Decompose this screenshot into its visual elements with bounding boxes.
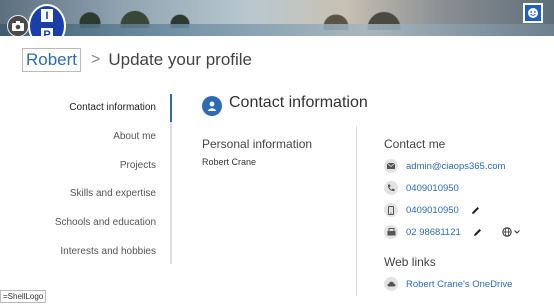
person-icon: [202, 96, 222, 116]
section-title: Contact information: [229, 94, 368, 111]
web-links-heading: Web links: [384, 255, 436, 269]
nav-interests-and-hobbies[interactable]: Interests and hobbies: [60, 246, 156, 257]
fax-link[interactable]: 02 98681121: [406, 227, 461, 238]
status-tooltip: =ShellLogo: [0, 290, 47, 303]
email-link[interactable]: admin@ciaops365.com: [406, 161, 505, 172]
mobile-icon: [384, 203, 398, 217]
chevron-right-icon: >: [91, 51, 101, 68]
active-indicator: [170, 94, 172, 122]
nav-about-me[interactable]: About me: [113, 131, 156, 142]
profile-banner: [0, 0, 554, 36]
phone-link[interactable]: 0409010950: [406, 183, 459, 194]
nav-contact-information[interactable]: Contact information: [69, 102, 156, 113]
column-divider: [356, 126, 357, 296]
contact-me-heading: Contact me: [384, 137, 446, 151]
nav-skills-and-expertise[interactable]: Skills and expertise: [70, 188, 156, 199]
contact-mobile-row: 0409010950: [384, 202, 480, 218]
contact-email-row: admin@ciaops365.com: [384, 158, 505, 174]
phone-icon: [384, 181, 398, 195]
web-link-row: Robert Crane's OneDrive: [384, 276, 512, 292]
logo-letter: I: [41, 9, 53, 22]
onedrive-link[interactable]: Robert Crane's OneDrive: [406, 279, 512, 290]
contact-phone-row: 0409010950: [384, 180, 459, 196]
personal-name: Robert Crane: [202, 157, 257, 167]
contact-fax-row: 02 98681121: [384, 224, 520, 240]
mobile-link[interactable]: 0409010950: [406, 205, 459, 216]
edit-pencil-icon[interactable]: [471, 206, 480, 215]
page-title: Update your profile: [108, 50, 253, 69]
breadcrumb: Robert > Update your profile: [22, 48, 252, 72]
globe-visibility-icon[interactable]: [502, 227, 512, 237]
nav-projects[interactable]: Projects: [120, 160, 156, 171]
camera-icon[interactable]: [7, 15, 29, 37]
cloud-icon: [384, 277, 398, 291]
smiley-icon[interactable]: [523, 3, 543, 23]
fax-icon: [384, 225, 398, 239]
breadcrumb-user-link[interactable]: Robert: [22, 48, 82, 72]
chevron-down-icon[interactable]: [513, 230, 520, 234]
personal-information-heading: Personal information: [202, 137, 313, 151]
email-icon: [384, 159, 398, 173]
edit-pencil-icon[interactable]: [473, 228, 482, 237]
profile-nav: Contact information About me Projects Sk…: [55, 94, 172, 264]
profile-card: Robert > Update your profile Contact inf…: [6, 36, 547, 300]
banner-water: [0, 24, 554, 36]
nav-schools-and-education[interactable]: Schools and education: [55, 217, 156, 228]
